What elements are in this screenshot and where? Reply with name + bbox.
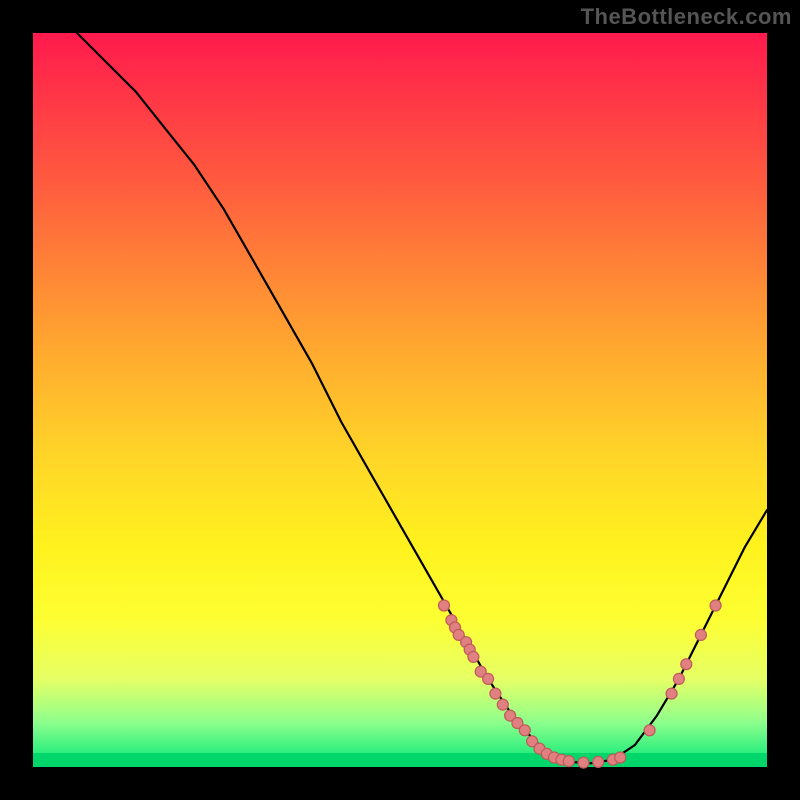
marker-dot: [578, 757, 589, 768]
marker-dots: [439, 600, 722, 768]
plot-area: [33, 33, 767, 767]
marker-dot: [468, 651, 479, 662]
marker-dot: [593, 756, 604, 767]
bottleneck-curve: [77, 33, 767, 763]
marker-dot: [483, 673, 494, 684]
marker-dot: [666, 688, 677, 699]
marker-dot: [439, 600, 450, 611]
marker-dot: [673, 673, 684, 684]
chart-frame: TheBottleneck.com: [0, 0, 800, 800]
marker-dot: [695, 629, 706, 640]
watermark-text: TheBottleneck.com: [581, 4, 792, 30]
curve-layer: [33, 33, 767, 767]
marker-dot: [490, 688, 501, 699]
marker-dot: [497, 699, 508, 710]
marker-dot: [710, 600, 721, 611]
marker-dot: [644, 725, 655, 736]
marker-dot: [615, 752, 626, 763]
marker-dot: [681, 659, 692, 670]
marker-dot: [519, 725, 530, 736]
marker-dot: [563, 756, 574, 767]
